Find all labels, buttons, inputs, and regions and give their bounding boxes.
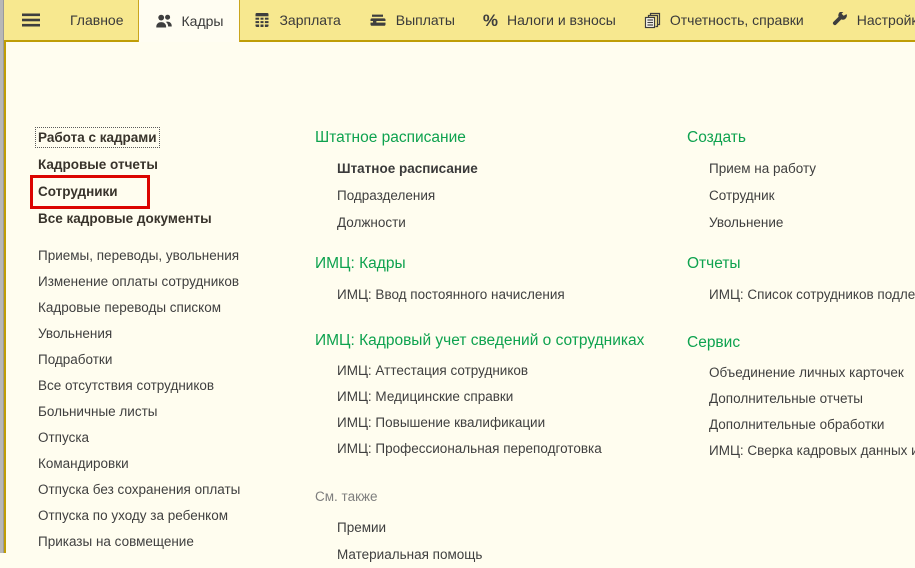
link-imc-professionalnaya-perepodgotovka[interactable]: ИМЦ: Профессиональная переподготовка [337,436,687,462]
tab-kadry-label: Кадры [181,13,224,29]
link-imc-attestaciya[interactable]: ИМЦ: Аттестация сотрудников [337,358,687,384]
link-priemy-perevody[interactable]: Приемы, переводы, увольнения [38,243,310,269]
tab-nalogi-label: Налоги и взносы [507,12,616,28]
link-premii[interactable]: Премии [337,514,687,541]
link-imc-vvod-nachisleniya[interactable]: ИМЦ: Ввод постоянного начисления [337,281,687,308]
main-menu-button[interactable] [4,0,56,40]
link-podrabotki[interactable]: Подработки [38,347,310,373]
link-imc-povyshenie-kvalifikacii[interactable]: ИМЦ: Повышение квалификации [337,410,687,436]
middle-command-panel: Штатное расписание Штатное расписание По… [315,124,687,568]
tab-nastroika-label: Настройка [856,12,915,28]
percent-icon: % [482,10,499,30]
link-materialnaya-pomoshch[interactable]: Материальная помощь [337,541,687,568]
payments-icon [369,12,387,28]
tab-glavnoe[interactable]: Главное [56,0,138,40]
tab-glavnoe-label: Главное [70,12,124,28]
hamburger-icon [21,12,41,28]
people-icon [155,13,173,29]
link-dopolnitelnye-obrabotki[interactable]: Дополнительные обработки [709,412,915,438]
link-podrazdeleniya[interactable]: Подразделения [337,182,687,209]
reports-icon [644,12,661,29]
link-imc-medicinskie-spravki[interactable]: ИМЦ: Медицинские справки [337,384,687,410]
link-uvolneniya[interactable]: Увольнения [38,321,310,347]
link-izmenenie-oplaty[interactable]: Изменение оплаты сотрудников [38,269,310,295]
link-otpuska-bez-sohraneniya[interactable]: Отпуска без сохранения оплаты [38,477,310,503]
link-komandirovki[interactable]: Командировки [38,451,310,477]
tab-zarplata-label: Зарплата [279,12,341,28]
link-shtatnoe-raspisanie[interactable]: Штатное расписание [337,155,687,182]
tab-nastroika[interactable]: Настройка [818,0,915,40]
link-vse-otsutstviya[interactable]: Все отсутствия сотрудников [38,373,310,399]
tab-kadry[interactable]: Кадры [137,0,241,42]
section-title-shtatnoe-raspisanie: Штатное расписание [315,129,466,146]
tab-vyplaty-label: Выплаты [395,12,455,28]
link-priem-na-rabotu[interactable]: Прием на работу [709,155,915,182]
section-title-servis: Сервис [687,334,741,351]
link-dolzhnosti[interactable]: Должности [337,209,687,236]
link-otpuska[interactable]: Отпуска [38,425,310,451]
link-imc-sverka-kadrovyh-dannyh[interactable]: ИМЦ: Сверка кадровых данных и С [709,438,915,464]
section-title-imc-kadry: ИМЦ: Кадры [315,255,406,272]
tab-otchetnost-label: Отчетность, справки [669,12,804,28]
content-left-border [4,42,6,553]
tab-zarplata[interactable]: Зарплата [240,0,354,40]
tab-vyplaty[interactable]: Выплаты [355,0,469,40]
link-kadrovye-perevody-spiskom[interactable]: Кадровые переводы списком [38,295,310,321]
link-otpuska-po-uhodu[interactable]: Отпуска по уходу за ребенком [38,503,310,529]
tab-nalogi[interactable]: % Налоги и взносы [469,0,630,40]
link-sotrudniki[interactable]: Сотрудники [38,178,310,205]
wrench-icon [832,12,848,28]
link-sotrudnik-create[interactable]: Сотрудник [709,182,915,209]
link-dopolnitelnye-otchety[interactable]: Дополнительные отчеты [709,386,915,412]
link-imc-spisok-sotrudnikov[interactable]: ИМЦ: Список сотрудников подлеж [709,281,915,308]
section-title-sm-takzhe: См. также [315,489,378,504]
group-gap [38,232,310,243]
section-title-otchety: Отчеты [687,255,741,272]
link-bolnichnye-listy[interactable]: Больничные листы [38,399,310,425]
link-uvolnenie-create[interactable]: Увольнение [709,209,915,236]
link-rabota-s-kadrami[interactable]: Работа с кадрами [35,124,310,151]
section-tab-bar: Главное Кадры Зарплата Выплаты % Налоги … [4,0,915,42]
section-title-sozdat: Создать [687,129,746,146]
link-obedinenie-lichnyh-kartochek[interactable]: Объединение личных карточек [709,360,915,386]
right-command-panel: Создать Прием на работу Сотрудник Увольн… [687,124,915,464]
link-prikazy-na-sovmeshchenie[interactable]: Приказы на совмещение [38,529,310,555]
calculator-icon [254,12,270,28]
link-kadrovye-otchety[interactable]: Кадровые отчеты [38,151,310,178]
section-title-imc-kadrovy-uchet: ИМЦ: Кадровый учет сведений о сотрудника… [315,332,645,349]
left-command-panel: Работа с кадрами Кадровые отчеты Сотрудн… [35,124,310,555]
link-vse-kadrovye-dokumenty[interactable]: Все кадровые документы [38,205,310,232]
tab-otchetnost[interactable]: Отчетность, справки [630,0,818,40]
